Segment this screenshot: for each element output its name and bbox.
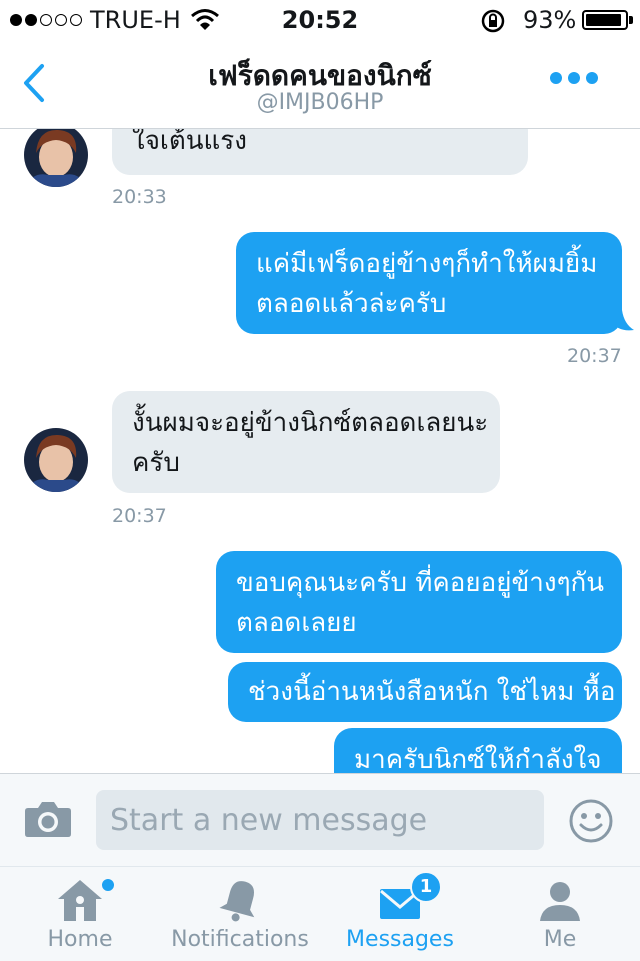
message-timestamp: 20:37 — [112, 505, 167, 527]
message-bubble-outgoing[interactable]: ขอบคุณนะครับ ที่คอยอยู่ข้างๆกัน ตลอดเลยย — [216, 551, 622, 653]
message-line: ช่วงนี้อ่านหนังสือหนัก ใช่ไหม หื้อ — [248, 677, 616, 707]
message-bubble-incoming[interactable]: ใจเต้นแรง — [112, 129, 528, 175]
battery-icon — [582, 10, 628, 30]
tab-bar: Home Notifications 1 Messages Me — [0, 866, 640, 961]
emoji-button[interactable] — [568, 798, 614, 848]
battery-percent: 93% — [523, 6, 577, 34]
home-notification-dot — [100, 877, 116, 893]
avatar[interactable] — [24, 428, 88, 492]
message-thread[interactable]: ใจเต้นแรง 20:33 แค่มีเฟร็ดอยู่ข้างๆก็ทำใ… — [0, 129, 640, 773]
message-composer — [0, 773, 640, 866]
tab-home[interactable]: Home — [0, 867, 160, 961]
battery-tip — [629, 16, 633, 24]
more-options-button[interactable] — [550, 72, 598, 84]
message-line: มาครับนิกซ์ให้กำลังใจ — [354, 745, 602, 773]
conversation-header: เฟร็ดดคนของนิกซ์ @IMJB06HP — [0, 40, 640, 129]
message-timestamp: 20:33 — [112, 186, 167, 208]
tab-notifications[interactable]: Notifications — [160, 867, 320, 961]
message-timestamp: 20:37 — [567, 345, 622, 367]
avatar[interactable] — [24, 129, 88, 187]
message-bubble-incoming[interactable]: งั้นผมจะอยู่ข้างนิกซ์ตลอดเลยนะ ครับ — [112, 391, 500, 493]
tab-me[interactable]: Me — [480, 867, 640, 961]
status-bar: TRUE-H 20:52 93% — [0, 0, 640, 40]
bubble-tail — [612, 310, 634, 331]
camera-button[interactable] — [24, 800, 72, 842]
message-line: งั้นผมจะอยู่ข้างนิกซ์ตลอดเลยนะ — [132, 408, 489, 438]
tab-label: Home — [47, 927, 113, 952]
tab-label: Notifications — [171, 927, 309, 952]
message-line: ตลอดเลยย — [236, 608, 357, 638]
conversation-handle: @IMJB06HP — [256, 90, 384, 115]
message-bubble-outgoing[interactable]: มาครับนิกซ์ให้กำลังใจ — [334, 728, 622, 773]
message-line: ขอบคุณนะครับ ที่คอยอยู่ข้างๆกัน — [236, 568, 605, 598]
messages-count-badge: 1 — [410, 871, 442, 903]
tab-messages[interactable]: 1 Messages — [320, 867, 480, 961]
message-line: แค่มีเฟร็ดอยู่ข้างๆก็ทำให้ผมยิ้ม — [256, 249, 598, 279]
message-input[interactable] — [96, 790, 544, 850]
bell-icon — [219, 881, 255, 922]
tab-label: Me — [543, 927, 577, 952]
tab-label: Messages — [346, 927, 454, 952]
person-icon — [540, 882, 580, 921]
emoji-smile-icon — [569, 799, 613, 843]
more-dots-icon — [550, 72, 562, 84]
home-icon — [58, 880, 102, 921]
camera-icon — [25, 802, 71, 837]
message-line: ตลอดแล้วล่ะครับ — [256, 289, 447, 319]
message-bubble-outgoing[interactable]: ช่วงนี้อ่านหนังสือหนัก ใช่ไหม หื้อ — [228, 662, 622, 722]
message-line: ครับ — [132, 448, 180, 478]
message-bubble-outgoing[interactable]: แค่มีเฟร็ดอยู่ข้างๆก็ทำให้ผมยิ้ม ตลอดแล้… — [236, 232, 622, 334]
rotation-lock-icon — [480, 8, 506, 38]
message-line: ใจเต้นแรง — [132, 129, 247, 156]
